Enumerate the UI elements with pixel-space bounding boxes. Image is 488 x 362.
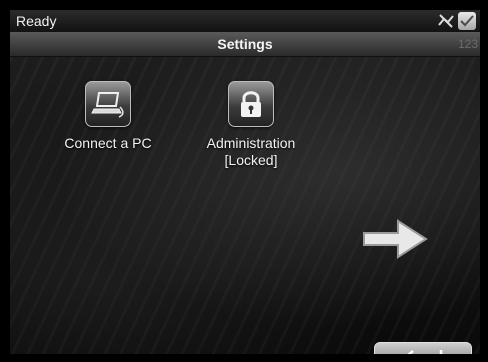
connect-pc-label: Connect a PC [64,135,152,151]
connect-pc-tile[interactable]: Connect a PC [53,81,163,152]
lock-icon [228,81,274,127]
device-screen: Ready Settings 123 Connect a PC Administ… [10,10,480,354]
content-area: Connect a PC Administration [Locked] [10,57,480,354]
administration-tile[interactable]: Administration [Locked] [196,81,306,169]
administration-label: Administration [206,135,296,151]
status-text: Ready [16,13,57,29]
back-button[interactable] [374,342,472,354]
title-bar: Settings 123 [10,32,480,57]
administration-status: [Locked] [224,152,278,168]
back-arrow-icon [407,350,443,354]
page-counter: 123 [457,37,478,51]
check-icon [458,12,476,30]
status-icons [437,12,476,30]
status-bar: Ready [10,10,480,32]
network-disconnected-icon [437,12,455,30]
right-arrow-icon [363,219,428,259]
page-title: Settings [217,36,273,52]
laptop-icon [85,81,131,127]
next-page-button[interactable] [362,217,430,261]
